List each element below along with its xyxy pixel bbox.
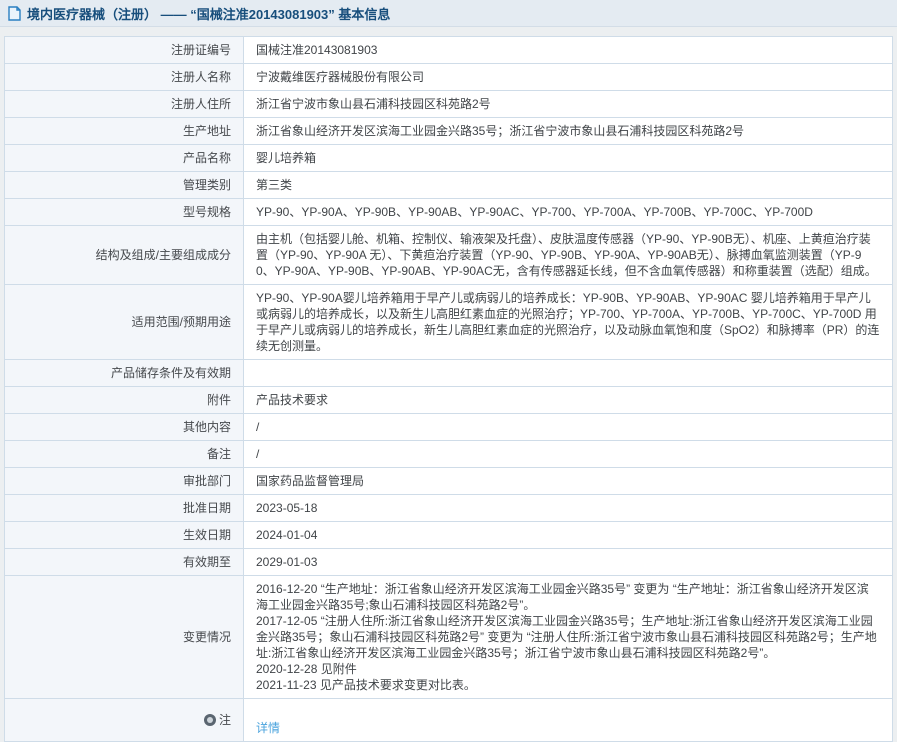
row-label: 注册人住所 <box>5 91 244 118</box>
row-label: 生效日期 <box>5 522 244 549</box>
row-label: 审批部门 <box>5 468 244 495</box>
table-row: 结构及组成/主要组成成分 由主机（包括婴儿舱、机箱、控制仪、输液架及托盘）、皮肤… <box>5 226 893 285</box>
row-value: 第三类 <box>244 172 893 199</box>
table-row: 生产地址 浙江省象山经济开发区滨海工业园金兴路35号；浙江省宁波市象山县石浦科技… <box>5 118 893 145</box>
details-link[interactable]: 详情 <box>256 721 280 735</box>
row-label: 管理类别 <box>5 172 244 199</box>
table-row: 注 详情 <box>5 699 893 742</box>
row-value: 详情 <box>244 699 893 742</box>
table-row: 注册证编号 国械注准20143081903 <box>5 37 893 64</box>
row-value: 2023-05-18 <box>244 495 893 522</box>
note-label: 注 <box>219 713 231 727</box>
row-label: 有效期至 <box>5 549 244 576</box>
row-label: 注册人名称 <box>5 64 244 91</box>
row-label: 其他内容 <box>5 414 244 441</box>
row-value: 2016-12-20 “生产地址：浙江省象山经济开发区滨海工业园金兴路35号” … <box>244 576 893 699</box>
table-row: 有效期至 2029-01-03 <box>5 549 893 576</box>
row-label: 变更情况 <box>5 576 244 699</box>
row-label: 结构及组成/主要组成成分 <box>5 226 244 285</box>
row-value: / <box>244 441 893 468</box>
table-row: 变更情况 2016-12-20 “生产地址：浙江省象山经济开发区滨海工业园金兴路… <box>5 576 893 699</box>
table-row: 产品名称 婴儿培养箱 <box>5 145 893 172</box>
row-value: YP-90、YP-90A婴儿培养箱用于早产儿或病弱儿的培养成长：YP-90B、Y… <box>244 285 893 360</box>
table-row: 附件 产品技术要求 <box>5 387 893 414</box>
table-row: 备注 / <box>5 441 893 468</box>
table-row: 注册人名称 宁波戴维医疗器械股份有限公司 <box>5 64 893 91</box>
table-row: 型号规格 YP-90、YP-90A、YP-90B、YP-90AB、YP-90AC… <box>5 199 893 226</box>
table-row: 产品储存条件及有效期 <box>5 360 893 387</box>
page-title: 境内医疗器械（注册） —— “国械注准20143081903” 基本信息 <box>27 4 390 23</box>
row-label: 备注 <box>5 441 244 468</box>
table-row: 生效日期 2024-01-04 <box>5 522 893 549</box>
row-value: 浙江省宁波市象山县石浦科技园区科苑路2号 <box>244 91 893 118</box>
table-row: 其他内容 / <box>5 414 893 441</box>
table-row: 注册人住所 浙江省宁波市象山县石浦科技园区科苑路2号 <box>5 91 893 118</box>
row-value: 国械注准20143081903 <box>244 37 893 64</box>
row-label: 生产地址 <box>5 118 244 145</box>
row-value: 2024-01-04 <box>244 522 893 549</box>
table-row: 批准日期 2023-05-18 <box>5 495 893 522</box>
basic-info-table: 注册证编号 国械注准20143081903 注册人名称 宁波戴维医疗器械股份有限… <box>4 36 893 742</box>
table-row: 适用范围/预期用途 YP-90、YP-90A婴儿培养箱用于早产儿或病弱儿的培养成… <box>5 285 893 360</box>
row-value: 产品技术要求 <box>244 387 893 414</box>
row-label-note: 注 <box>5 699 244 742</box>
row-value: YP-90、YP-90A、YP-90B、YP-90AB、YP-90AC、YP-7… <box>244 199 893 226</box>
row-value: / <box>244 414 893 441</box>
row-value: 2029-01-03 <box>244 549 893 576</box>
table-row: 审批部门 国家药品监督管理局 <box>5 468 893 495</box>
row-label: 产品储存条件及有效期 <box>5 360 244 387</box>
row-value: 宁波戴维医疗器械股份有限公司 <box>244 64 893 91</box>
row-value: 由主机（包括婴儿舱、机箱、控制仪、输液架及托盘）、皮肤温度传感器（YP-90、Y… <box>244 226 893 285</box>
row-value <box>244 360 893 387</box>
page-header: 境内医疗器械（注册） —— “国械注准20143081903” 基本信息 <box>0 0 897 27</box>
note-icon <box>204 714 216 726</box>
row-label: 产品名称 <box>5 145 244 172</box>
row-label: 注册证编号 <box>5 37 244 64</box>
row-label: 批准日期 <box>5 495 244 522</box>
table-row: 管理类别 第三类 <box>5 172 893 199</box>
row-label: 附件 <box>5 387 244 414</box>
row-value: 婴儿培养箱 <box>244 145 893 172</box>
row-label: 型号规格 <box>5 199 244 226</box>
document-icon <box>8 6 21 21</box>
row-value: 国家药品监督管理局 <box>244 468 893 495</box>
row-label: 适用范围/预期用途 <box>5 285 244 360</box>
row-value: 浙江省象山经济开发区滨海工业园金兴路35号；浙江省宁波市象山县石浦科技园区科苑路… <box>244 118 893 145</box>
